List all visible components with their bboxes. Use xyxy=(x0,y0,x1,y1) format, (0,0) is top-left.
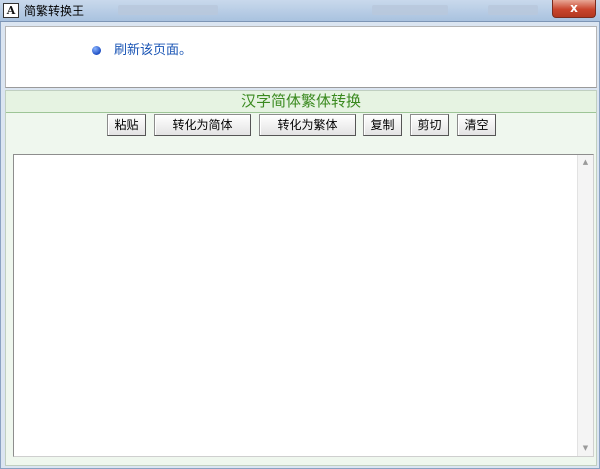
clear-button[interactable]: 清空 xyxy=(457,114,496,136)
app-icon: A xyxy=(3,3,19,18)
blurred-title-segment xyxy=(372,5,448,15)
to-traditional-button[interactable]: 转化为繁体 xyxy=(259,114,356,136)
to-simplified-button[interactable]: 转化为简体 xyxy=(154,114,251,136)
copy-button[interactable]: 复制 xyxy=(363,114,402,136)
converter-panel: 汉字简体繁体转换 粘贴 转化为简体 转化为繁体 复制 剪切 清空 ▲ ▼ xyxy=(5,90,597,466)
title-bar[interactable]: A 简繁转换王 x xyxy=(0,0,600,22)
message-panel: 刷新该页面。 xyxy=(5,26,597,88)
vertical-scrollbar[interactable]: ▲ ▼ xyxy=(577,155,593,456)
window-title: 简繁转换王 xyxy=(24,4,85,18)
converter-heading: 汉字简体繁体转换 xyxy=(6,91,596,113)
close-button[interactable]: x xyxy=(552,0,596,18)
refresh-link[interactable]: 刷新该页面。 xyxy=(114,42,192,60)
blurred-title-segment xyxy=(488,5,538,15)
paste-button[interactable]: 粘贴 xyxy=(107,114,146,136)
textarea-content xyxy=(14,155,593,163)
scroll-down-arrow-icon[interactable]: ▼ xyxy=(578,441,593,456)
scroll-up-arrow-icon[interactable]: ▲ xyxy=(578,155,593,170)
window-frame: 刷新该页面。 汉字简体繁体转换 粘贴 转化为简体 转化为繁体 复制 剪切 清空 … xyxy=(0,22,600,469)
converter-toolbar: 粘贴 转化为简体 转化为繁体 复制 剪切 清空 xyxy=(6,114,596,140)
bullet-icon xyxy=(92,46,101,55)
conversion-textarea[interactable]: ▲ ▼ xyxy=(13,154,594,457)
blurred-title-segment xyxy=(118,5,218,15)
cut-button[interactable]: 剪切 xyxy=(410,114,449,136)
